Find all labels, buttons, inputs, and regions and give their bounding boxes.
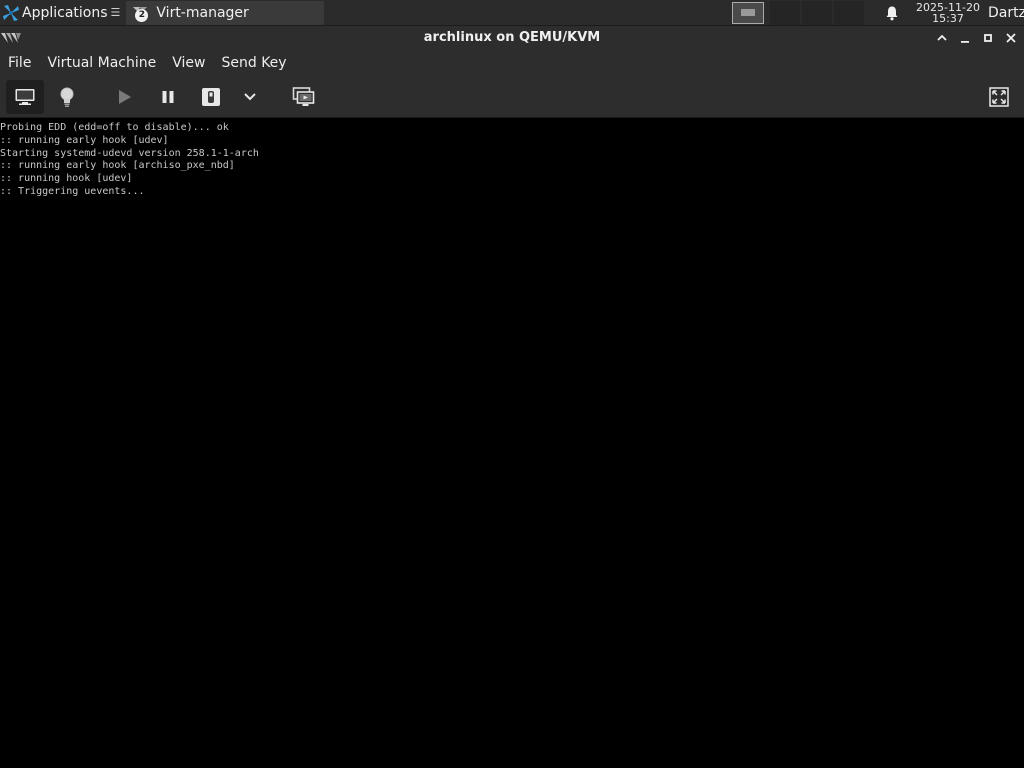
fullscreen-icon <box>989 87 1009 107</box>
shutdown-menu-button[interactable] <box>231 80 269 114</box>
clock-date: 2025-11-20 <box>916 0 980 14</box>
menu-bar: File Virtual Machine View Send Key <box>0 50 1024 76</box>
maximize-icon <box>983 34 992 42</box>
window-titlebar[interactable]: archlinux on QEMU/KVM <box>0 26 1024 50</box>
virt-manager-icon: 2 <box>130 3 150 23</box>
workspace-2[interactable] <box>770 0 800 25</box>
chevron-down-icon <box>244 93 256 101</box>
maximize-button[interactable] <box>976 28 999 48</box>
monitor-icon <box>15 89 35 105</box>
minimize-button[interactable] <box>953 28 976 48</box>
power-switch-icon <box>202 88 220 106</box>
console-line: :: Triggering uevents... <box>0 185 145 197</box>
shutdown-button[interactable] <box>192 80 230 114</box>
chevron-up-icon <box>936 34 947 41</box>
clock[interactable]: 2025-11-20 15:37 <box>914 2 982 24</box>
window-count-badge: 2 <box>135 8 149 22</box>
applications-label: Applications <box>22 4 108 21</box>
console-line: :: running early hook [udev] <box>0 134 169 146</box>
pause-icon <box>162 91 174 103</box>
fullscreen-button[interactable] <box>980 80 1018 114</box>
workspace-window-thumbnail <box>741 9 755 16</box>
minimize-icon <box>960 41 969 43</box>
workspace-1[interactable] <box>732 1 764 24</box>
play-icon <box>119 90 131 104</box>
applications-menu-button[interactable]: Applications ☰ <box>0 0 122 26</box>
console-view-button[interactable] <box>6 80 44 114</box>
run-button[interactable] <box>106 80 144 114</box>
taskbar-item-virt-manager[interactable]: 2 Virt-manager <box>126 0 325 25</box>
window-title: archlinux on QEMU/KVM <box>423 30 601 45</box>
close-icon <box>1005 33 1016 43</box>
vm-console-display[interactable]: Probing EDD (edd=off to disable)... ok :… <box>0 119 1024 768</box>
pause-button[interactable] <box>149 80 187 114</box>
workspace-3[interactable] <box>802 0 832 25</box>
menu-file[interactable]: File <box>0 50 39 76</box>
console-line: :: running hook [udev] <box>0 173 133 185</box>
user-menu[interactable]: Dartz <box>988 5 1024 21</box>
applications-logo-icon <box>3 4 19 21</box>
console-line: :: running early hook [archiso_pxe_nbd] <box>0 160 235 172</box>
menu-send-key[interactable]: Send Key <box>213 50 294 76</box>
taskbar-item-label: Virt-manager <box>156 4 249 21</box>
shade-button[interactable] <box>930 28 953 48</box>
workspace-4[interactable] <box>834 0 864 25</box>
menu-virtual-machine[interactable]: Virtual Machine <box>39 50 164 76</box>
console-line: Starting systemd-udevd version 258.1-1-a… <box>0 147 259 159</box>
lightbulb-icon <box>60 87 74 107</box>
clock-time: 15:37 <box>932 11 964 25</box>
toolbar <box>0 76 1024 118</box>
notification-bell-icon[interactable] <box>884 5 900 21</box>
menu-view[interactable]: View <box>164 50 213 76</box>
window-controls <box>930 28 1022 48</box>
top-panel: Applications ☰ 2 Virt-manager 2025-11-20… <box>0 0 1024 26</box>
snapshots-button[interactable] <box>285 80 323 114</box>
menu-glyph-icon: ☰ <box>110 6 121 19</box>
details-view-button[interactable] <box>48 80 86 114</box>
console-line: Probing EDD (edd=off to disable)... ok <box>0 122 229 133</box>
close-button[interactable] <box>999 28 1022 48</box>
snapshot-icon <box>292 87 315 106</box>
